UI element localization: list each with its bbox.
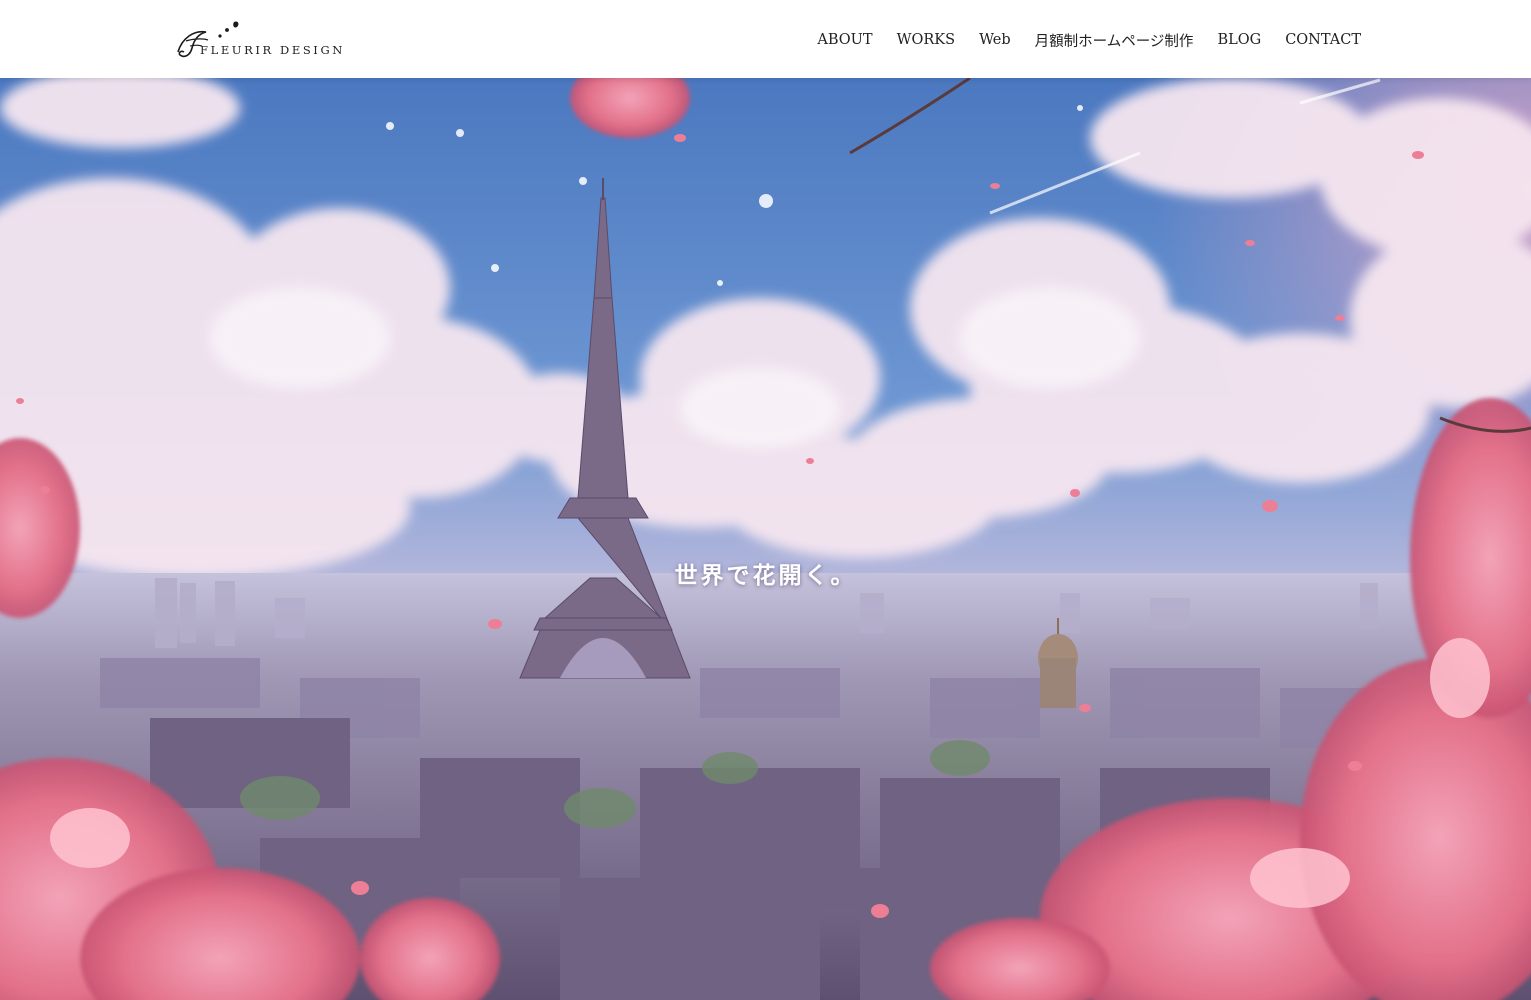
nav-item-works[interactable]: WORKS <box>897 30 955 48</box>
nav-item-blog[interactable]: BLOG <box>1217 30 1261 48</box>
page: FLEURIR DESIGN ABOUT WORKS Web 月額制ホームページ… <box>0 0 1531 1000</box>
hero-section: 世界で花開く。 <box>0 78 1531 1000</box>
logo-text: FLEURIR DESIGN <box>200 43 345 57</box>
hero-background-image <box>0 78 1531 1000</box>
nav-item-web[interactable]: Web <box>979 30 1011 48</box>
hero-tagline: 世界で花開く。 <box>674 562 857 590</box>
site-header: FLEURIR DESIGN ABOUT WORKS Web 月額制ホームページ… <box>0 0 1531 78</box>
nav-item-about[interactable]: ABOUT <box>817 30 872 48</box>
site-logo[interactable]: FLEURIR DESIGN <box>172 14 345 64</box>
nav-item-contact[interactable]: CONTACT <box>1285 30 1361 48</box>
nav-item-monthly-website[interactable]: 月額制ホームページ制作 <box>1035 28 1194 51</box>
main-nav: ABOUT WORKS Web 月額制ホームページ制作 BLOG CONTACT <box>817 0 1361 78</box>
